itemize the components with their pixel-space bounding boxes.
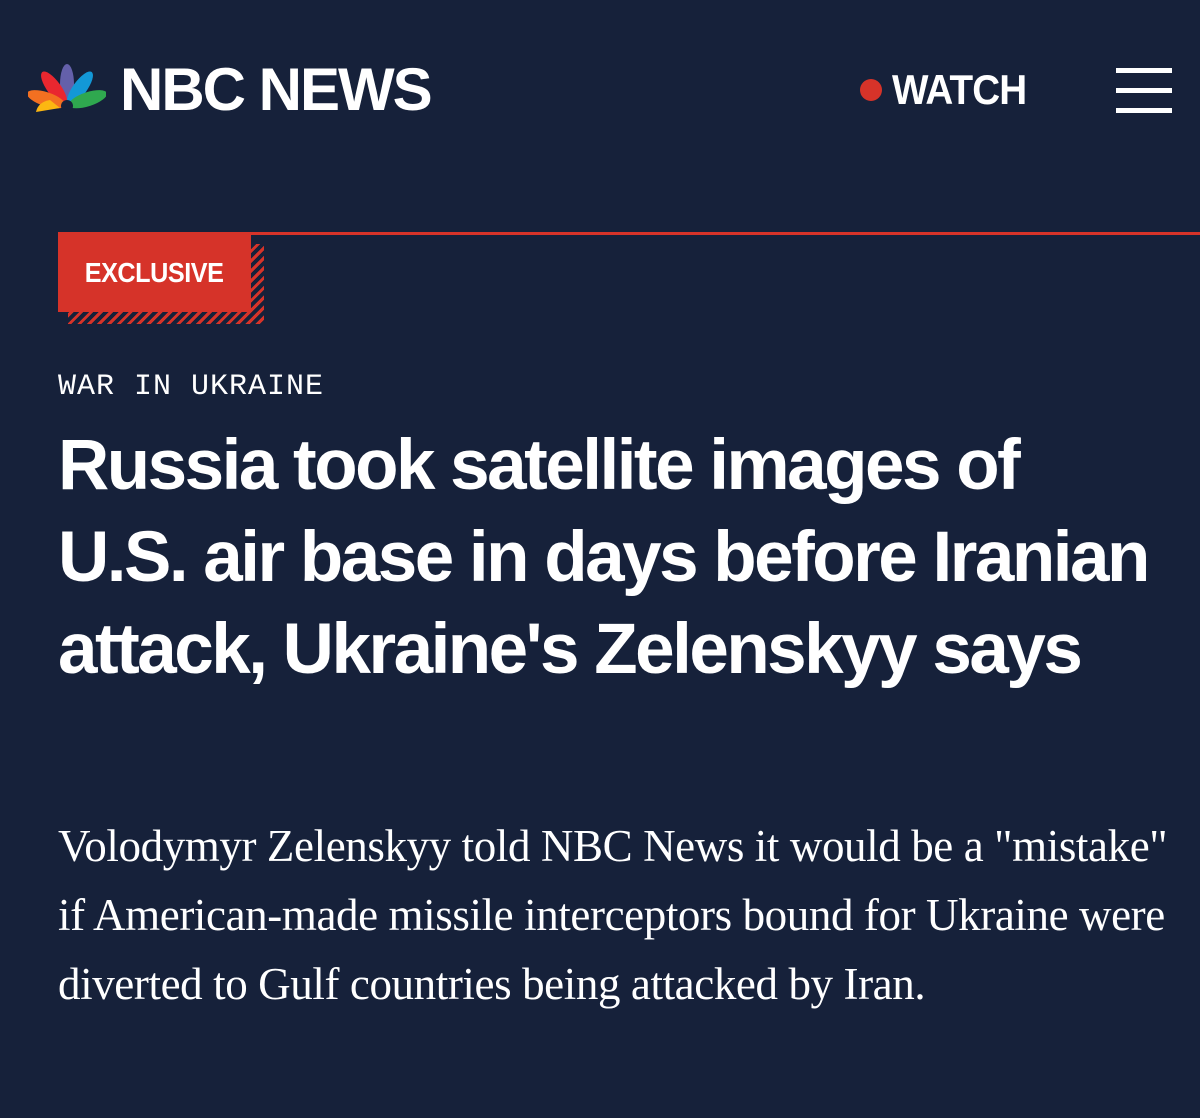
nbc-news-logo[interactable]: NBC NEWS [28, 56, 433, 123]
brand-name: NBC NEWS [120, 56, 433, 123]
watch-live-link[interactable]: WATCH [860, 66, 1038, 114]
menu-bar [1116, 68, 1172, 73]
site-header: NBC NEWS WATCH [0, 0, 1200, 180]
section-link[interactable]: WAR IN UKRAINE [58, 370, 324, 404]
exclusive-badge: EXCLUSIVE [58, 234, 251, 312]
menu-bar [1116, 88, 1172, 93]
hamburger-menu-icon[interactable] [1116, 68, 1172, 113]
article-dek: Volodymyr Zelenskyy told NBC News it wou… [58, 821, 1168, 1009]
menu-bar [1116, 108, 1172, 113]
live-dot-icon [860, 79, 882, 101]
nbc-peacock-icon [28, 62, 106, 118]
watch-label: WATCH [892, 66, 1027, 113]
article-headline: Russia took satellite images of U.S. air… [58, 426, 1150, 689]
badge-label: EXCLUSIVE [85, 257, 224, 288]
